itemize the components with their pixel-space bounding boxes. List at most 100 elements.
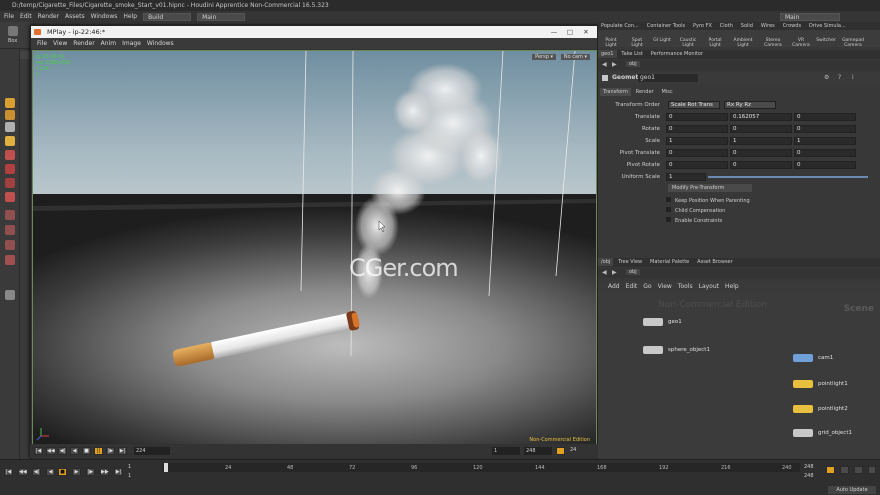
shelf-tab[interactable]: Container Tools [644, 22, 688, 30]
end-frame-field-2[interactable]: 248 [804, 473, 814, 479]
gi-light-tool[interactable]: GI Light [652, 30, 672, 47]
uniform-scale-field[interactable]: 1 [666, 173, 706, 181]
pose-tool-icon[interactable] [5, 136, 15, 146]
menu-file[interactable]: File [4, 13, 14, 20]
pivot-translate-z[interactable]: 0 [794, 149, 856, 157]
menu-help[interactable]: Help [123, 13, 137, 20]
point-light-tool[interactable]: Point Light [600, 30, 622, 47]
magnet-tool-icon[interactable] [5, 240, 15, 250]
mplay-menu-file[interactable]: File [37, 40, 47, 47]
pivot-rotate-y[interactable]: 0 [730, 161, 792, 169]
persp-dropdown[interactable]: Persp ▾ [532, 54, 556, 60]
node-pointlight1[interactable] [793, 380, 813, 388]
forward-arrow-icon[interactable]: ▶ [612, 61, 617, 68]
keep-position-checkbox[interactable]: Keep Position When Parenting [666, 196, 750, 206]
mplay-menu-view[interactable]: View [53, 40, 67, 47]
tab-asset-browser[interactable]: Asset Browser [694, 258, 736, 266]
vr-camera-tool[interactable]: VR Camera [790, 30, 812, 47]
ambient-light-tool[interactable]: Ambient Light [730, 30, 756, 47]
close-icon[interactable]: ✕ [579, 26, 593, 38]
shelf-tab[interactable]: Pyro FX [690, 22, 715, 30]
tab-obj[interactable]: /obj [598, 258, 614, 266]
mplay-current-frame[interactable]: 224 [134, 447, 170, 455]
box-tool-icon[interactable] [8, 26, 18, 36]
switcher-tool[interactable]: Switcher [816, 30, 836, 47]
transform-order-dropdown[interactable]: Scale Rot Trans [668, 101, 720, 109]
menu-edit[interactable]: Edit [20, 13, 32, 20]
spot-light-tool[interactable]: Spot Light [626, 30, 648, 47]
link-tool-icon[interactable] [5, 255, 15, 265]
grid-tool-icon[interactable] [5, 225, 15, 235]
menu-windows[interactable]: Windows [91, 13, 118, 20]
shelf-tab[interactable]: Populate Con... [598, 22, 642, 30]
minimize-icon[interactable]: — [547, 26, 561, 38]
end-frame-field[interactable]: 248 [804, 464, 814, 470]
realtime-toggle-icon[interactable] [826, 466, 835, 474]
desktop-dropdown[interactable]: Build [143, 12, 192, 21]
menu-render[interactable]: Render [38, 13, 59, 20]
info-icon[interactable]: i [852, 74, 854, 81]
node-grid-object1[interactable] [793, 429, 813, 437]
mplay-menu-anim[interactable]: Anim [101, 40, 116, 47]
global-timeline-bar[interactable]: 1 24 48 72 96 120 144 168 192 216 240 [162, 463, 800, 472]
mplay-start-frame[interactable]: 1 [492, 447, 520, 455]
display-tool-icon[interactable] [5, 290, 15, 300]
render-viewport[interactable]: ip 22:46:41 res 1280x720 f 224 C Persp ▾… [32, 50, 597, 448]
shelf-tab[interactable]: Crowds [780, 22, 804, 30]
pivot-translate-y[interactable]: 0 [730, 149, 792, 157]
paint-tool-icon[interactable] [5, 164, 15, 174]
play-reverse-icon[interactable]: ◀ [46, 468, 55, 476]
help-icon[interactable]: ? [838, 74, 841, 81]
stop-icon[interactable]: ■ [58, 468, 67, 476]
mplay-prev-key-icon[interactable]: ◀◀ [46, 447, 55, 455]
net-menu-edit[interactable]: Edit [626, 283, 638, 290]
net-menu-add[interactable]: Add [608, 283, 620, 290]
net-forward-icon[interactable]: ▶ [612, 269, 617, 276]
mplay-menu-windows[interactable]: Windows [147, 40, 174, 47]
rotate-x[interactable]: 0 [666, 125, 728, 133]
node-cam1[interactable] [793, 354, 813, 362]
mplay-pause-icon[interactable]: || [94, 447, 103, 455]
node-pointlight2[interactable] [793, 405, 813, 413]
shelf-tab[interactable]: Wires [758, 22, 778, 30]
tab-render[interactable]: Render [633, 88, 657, 96]
snap-tool-icon[interactable] [5, 210, 15, 220]
play-icon[interactable]: ▶ [72, 468, 81, 476]
net-menu-help[interactable]: Help [725, 283, 739, 290]
mplay-stop-icon[interactable]: ■ [82, 447, 91, 455]
mplay-end-frame[interactable]: 248 [524, 447, 552, 455]
scale-x[interactable]: 1 [666, 137, 728, 145]
mplay-play-back-icon[interactable]: ◀ [70, 447, 79, 455]
enable-constraints-checkbox[interactable]: Enable Constraints [666, 216, 750, 226]
stereo-camera-tool[interactable]: Stereo Camera [760, 30, 786, 47]
tab-performance-monitor[interactable]: Performance Monitor [648, 50, 706, 58]
node-name-field[interactable]: geo1 [638, 74, 698, 82]
net-back-icon[interactable]: ◀ [602, 269, 607, 276]
tab-transform[interactable]: Transform [600, 88, 631, 96]
mplay-home-icon[interactable]: |◀ [34, 447, 43, 455]
translate-z[interactable]: 0 [794, 113, 856, 121]
shelf-tab[interactable]: Solid [738, 22, 756, 30]
gear-icon[interactable]: ⚙ [824, 74, 829, 81]
select-tool-icon[interactable] [5, 98, 15, 108]
view-tool-icon[interactable] [5, 192, 15, 202]
net-path-obj[interactable]: obj [626, 269, 640, 275]
end-frame-icon[interactable]: ▶| [114, 468, 123, 476]
rotate-z[interactable]: 0 [794, 125, 856, 133]
mplay-step-back-icon[interactable]: ◀| [58, 447, 67, 455]
tab-geo1[interactable]: geo1 [598, 50, 617, 58]
step-forward-icon[interactable]: |▶ [86, 468, 95, 476]
caustic-light-tool[interactable]: Caustic Light [676, 30, 700, 47]
net-menu-layout[interactable]: Layout [699, 283, 719, 290]
net-menu-go[interactable]: Go [643, 283, 651, 290]
next-key-icon[interactable]: ▶▶ [100, 468, 109, 476]
audio-icon[interactable] [854, 466, 863, 474]
modify-pre-transform-button[interactable]: Modify Pre-Transform [668, 184, 752, 192]
rotate-tool-icon[interactable] [5, 122, 15, 132]
mplay-step-fwd-icon[interactable]: |▶ [106, 447, 115, 455]
playhead[interactable] [164, 463, 168, 472]
rotate-order-dropdown[interactable]: Rx Ry Rz [724, 101, 776, 109]
prev-key-icon[interactable]: ◀◀ [18, 468, 27, 476]
pivot-translate-x[interactable]: 0 [666, 149, 728, 157]
maximize-icon[interactable]: □ [563, 26, 577, 38]
